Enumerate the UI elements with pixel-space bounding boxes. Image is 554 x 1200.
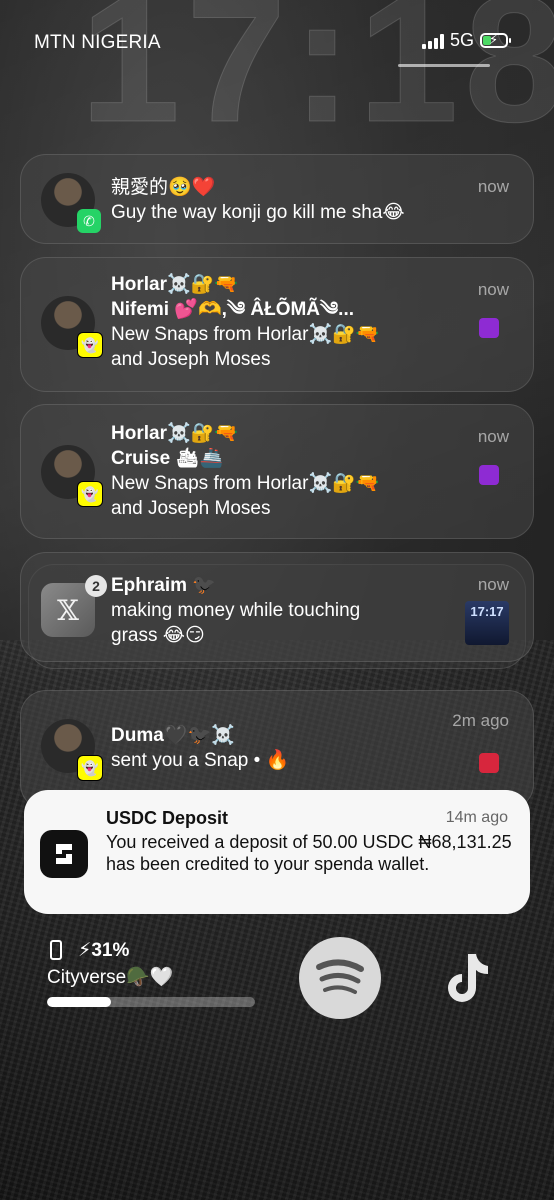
- notification-subtitle: Cruise 🛳🚢: [111, 448, 224, 469]
- notification-time: now: [477, 280, 509, 299]
- tiktok-icon[interactable]: [442, 950, 492, 1011]
- notification-whatsapp[interactable]: ✆ 親愛的🥹❤️ Guy the way konji go kill me sh…: [20, 154, 534, 244]
- notification-count-badge: 2: [85, 575, 107, 597]
- music-progress-fill: [47, 997, 112, 1007]
- network-type: 5G: [449, 30, 474, 50]
- notification-time: now: [477, 427, 509, 446]
- notification-message: New Snaps from Horlar☠️🔐🔫: [111, 473, 380, 494]
- spenda-app-icon: [40, 830, 88, 878]
- notification-sender: 親愛的🥹❤️: [111, 177, 216, 198]
- notification-time: now: [477, 177, 509, 196]
- lock-screen-clock: 17:18: [79, 0, 554, 160]
- snap-indicator: [479, 465, 499, 485]
- notification-message-cont: grass 😂😏: [111, 625, 205, 646]
- snap-indicator: [479, 753, 499, 773]
- notification-time: now: [477, 575, 509, 594]
- whatsapp-icon: ✆: [77, 209, 101, 233]
- battery-percentage: ⚡31%: [78, 940, 130, 961]
- status-indicator-line: [398, 64, 490, 67]
- battery-icon: ⚡: [480, 32, 511, 48]
- music-progress-bar[interactable]: [47, 997, 255, 1007]
- snapchat-icon: 👻: [77, 481, 103, 507]
- notification-message-cont: and Joseph Moses: [111, 349, 271, 370]
- notification-title: USDC Deposit: [106, 808, 229, 828]
- signal-icon: [421, 33, 444, 49]
- notification-x[interactable]: 𝕏 2 Ephraim 🐦‍⬛ making money while touch…: [20, 552, 534, 662]
- notification-usdc-deposit[interactable]: USDC Deposit 14m ago You received a depo…: [24, 790, 530, 914]
- notification-title: Horlar☠️🔐🔫: [111, 423, 238, 444]
- phone-battery-icon: [50, 940, 62, 960]
- notification-snapchat[interactable]: 👻 Horlar☠️🔐🔫 Cruise 🛳🚢 New Snaps from Ho…: [20, 404, 534, 539]
- spotify-icon[interactable]: [299, 937, 381, 1019]
- notification-message-cont: and Joseph Moses: [111, 498, 271, 519]
- notification-title: Horlar☠️🔐🔫: [111, 274, 238, 295]
- notification-snapchat[interactable]: 👻 Horlar☠️🔐🔫 Nifemi 💕🫶,༄ ÂŁÕMÃ༄... New S…: [20, 257, 534, 392]
- now-playing-title: Cityverse🪖🤍: [47, 967, 174, 988]
- notification-message: You received a deposit of 50.00 USDC ₦68…: [106, 832, 512, 874]
- notification-message: sent you a Snap • 🔥: [111, 750, 290, 771]
- notification-message: New Snaps from Horlar☠️🔐🔫: [111, 324, 380, 345]
- snap-indicator: [479, 318, 499, 338]
- notification-thumbnail: 17:17: [465, 601, 509, 645]
- notification-subtitle: Nifemi 💕🫶,༄ ÂŁÕMÃ༄...: [111, 299, 354, 320]
- notification-sender: Ephraim 🐦‍⬛: [111, 575, 216, 596]
- snapchat-icon: 👻: [77, 332, 103, 358]
- notification-sender: Duma🖤🐦‍⬛☠️: [111, 725, 235, 746]
- status-icons: 5G ⚡: [421, 30, 511, 51]
- notification-time: 2m ago: [452, 711, 509, 730]
- carrier-name: MTN NIGERIA: [34, 32, 161, 53]
- notification-time: 14m ago: [445, 809, 508, 826]
- notification-message: making money while touching: [111, 600, 361, 621]
- notification-message: Guy the way konji go kill me sha😂: [111, 202, 405, 223]
- snapchat-icon: 👻: [77, 755, 103, 781]
